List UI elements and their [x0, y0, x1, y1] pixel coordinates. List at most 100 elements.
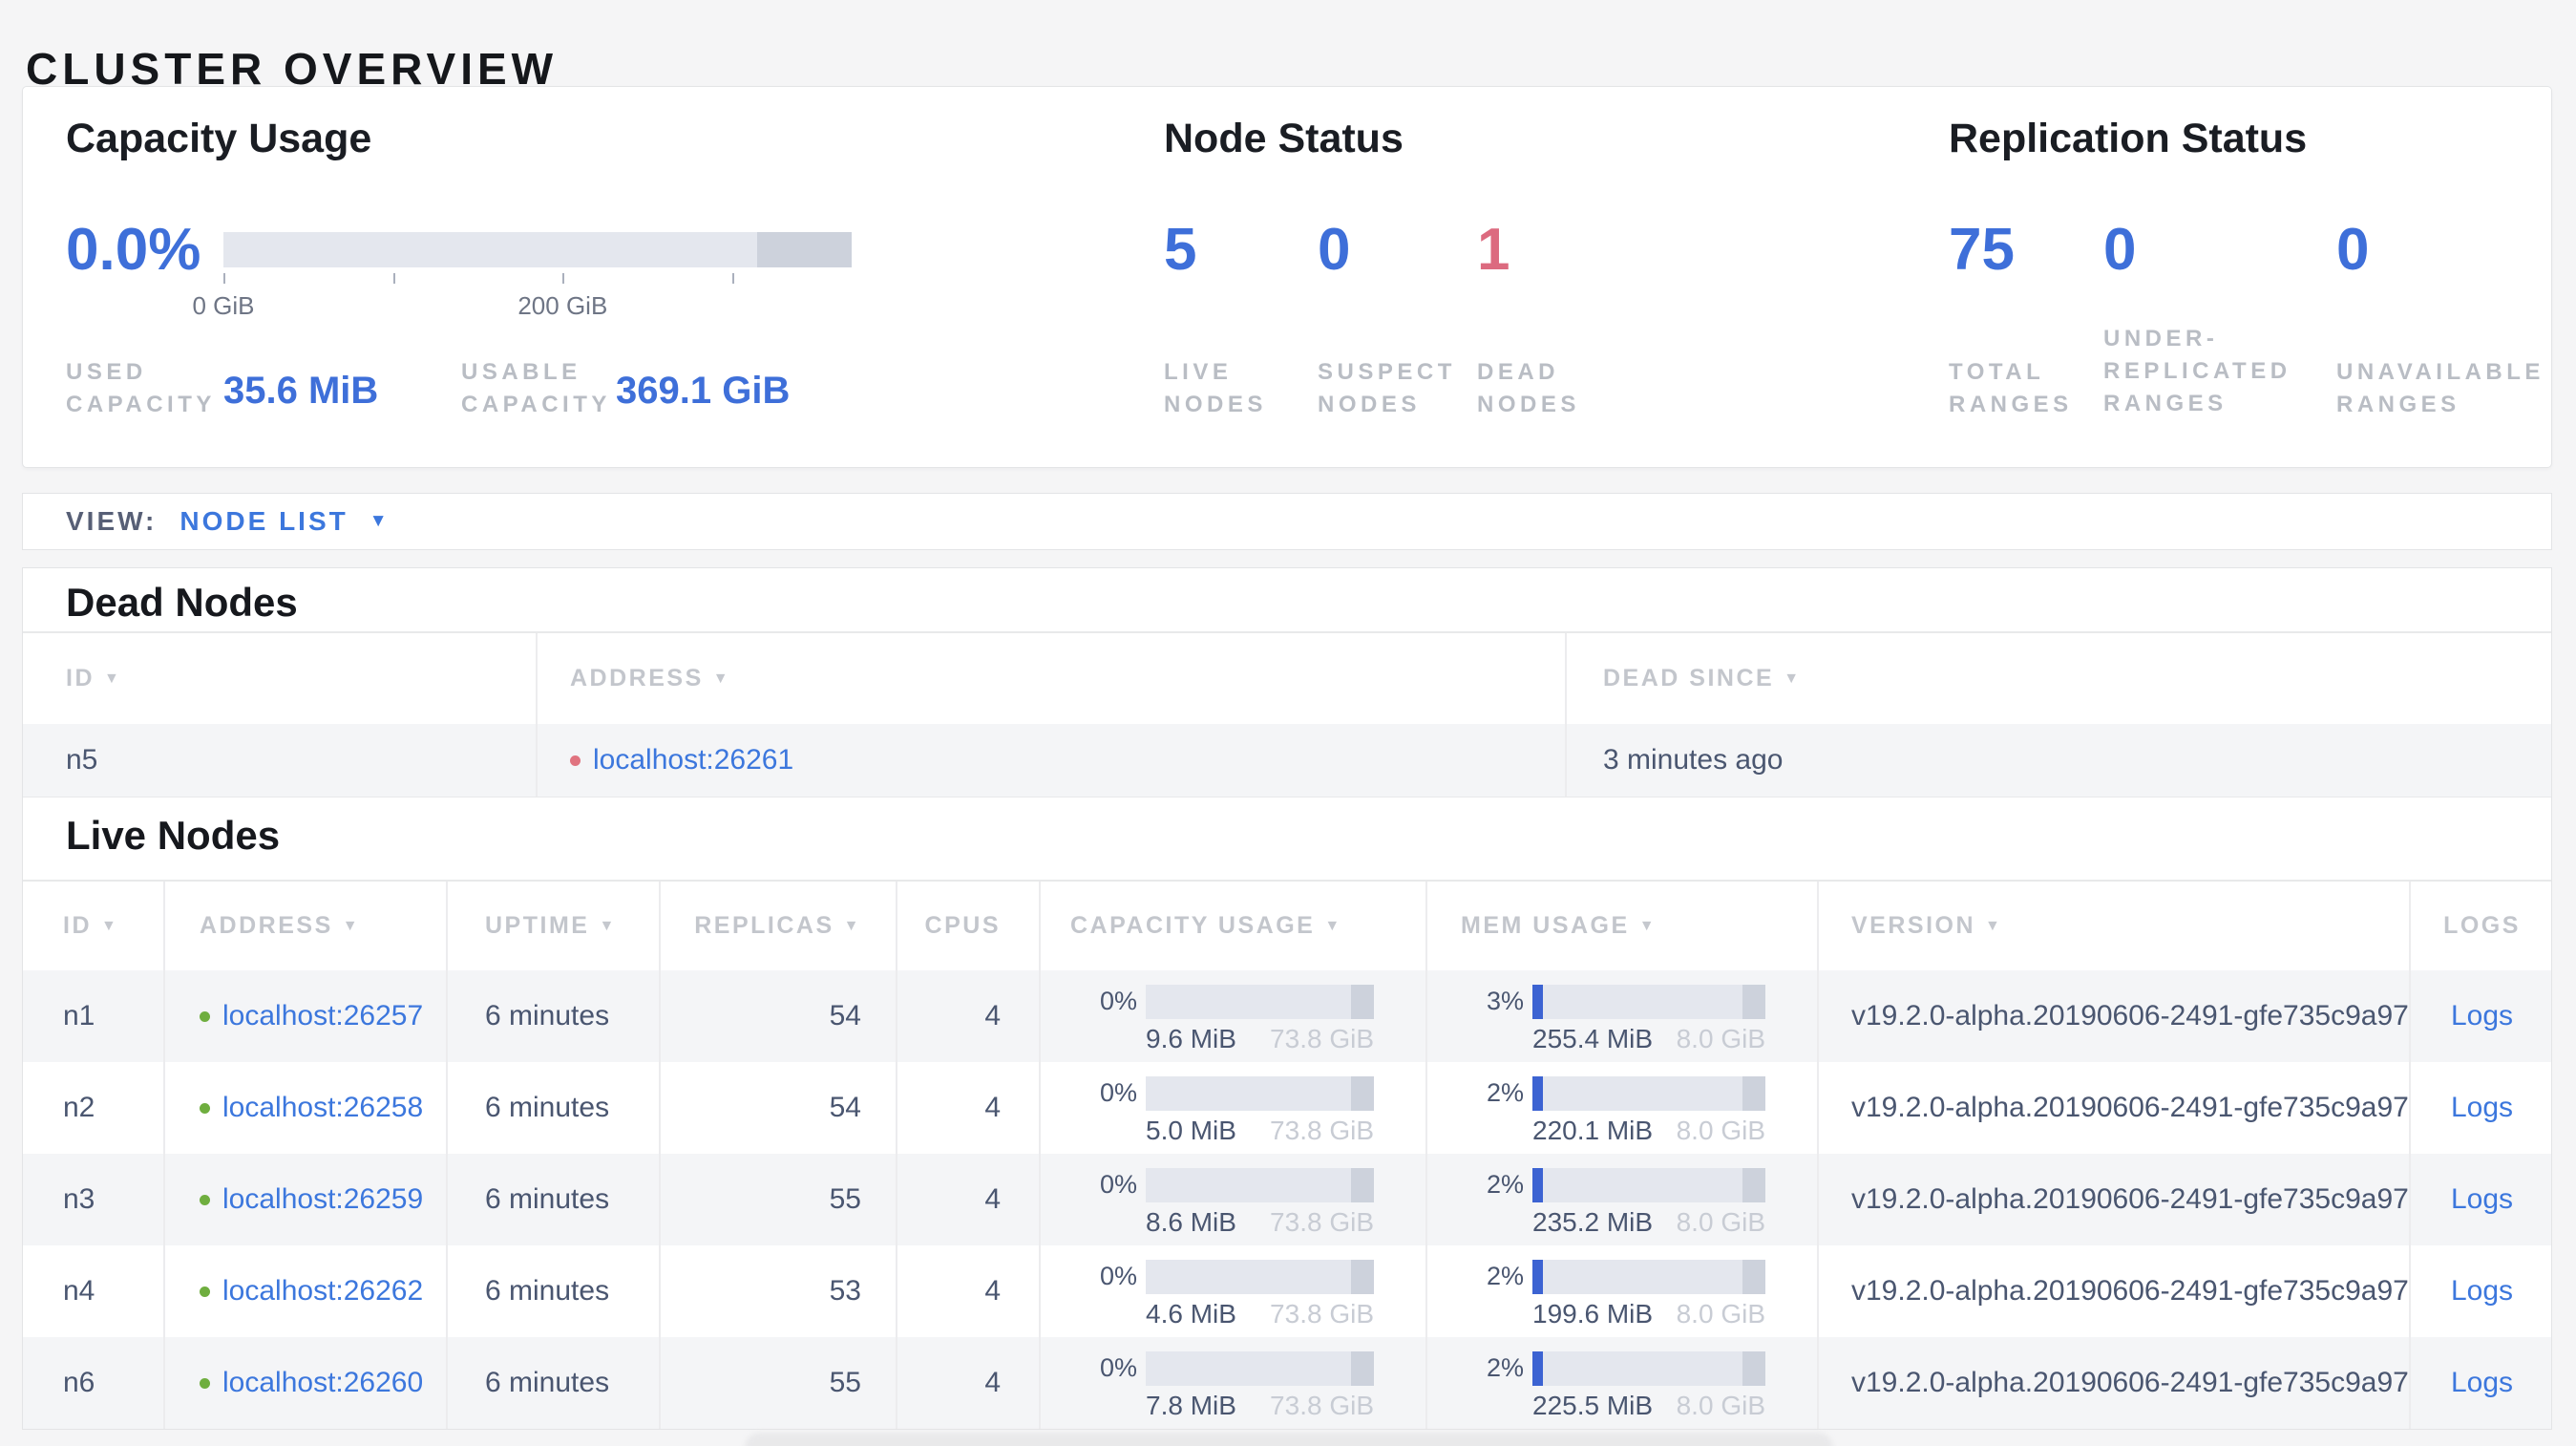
mem-meter: 2% 199.6 MiB 8.0 GiB: [1487, 1259, 1765, 1329]
capacity-percent-value: 0%: [1100, 1353, 1138, 1382]
table-row: n1 localhost:26257 6 minutes 54 4 0% 9.6…: [23, 970, 2551, 1062]
column-header-address[interactable]: ADDRESS ▼: [163, 882, 446, 970]
unavailable-ranges-label: UNAVAILABLE RANGES: [2336, 359, 2544, 418]
bar-fill: [1532, 1075, 1543, 1111]
table-row: n6 localhost:26260 6 minutes 55 4 0% 7.8…: [23, 1337, 2551, 1429]
node-address-link[interactable]: localhost:26257: [222, 1000, 423, 1032]
live-status-dot: [200, 1010, 210, 1022]
dead-node-id: n5: [66, 744, 98, 776]
logs-link[interactable]: Logs: [2451, 1092, 2513, 1124]
column-header-address[interactable]: ADDRESS ▼: [536, 633, 1565, 724]
logs-link[interactable]: Logs: [2451, 1367, 2513, 1399]
axis-tick: [392, 273, 395, 284]
table-row: n5 localhost:26261 3 minutes ago: [23, 724, 2551, 797]
unavailable-ranges-count: 0: [2336, 217, 2370, 283]
capacity-bar: [1146, 1350, 1374, 1386]
capacity-used-value: 5.0 MiB: [1146, 1115, 1236, 1145]
mem-used-value: 225.5 MiB: [1532, 1390, 1654, 1420]
sort-caret-icon: ▼: [843, 917, 861, 934]
bar-endcap: [1351, 1350, 1374, 1386]
capacity-usage-section: Capacity Usage 0.0% 0 GiB 200 GiB USED C…: [66, 87, 925, 467]
bar-fill: [1532, 984, 1543, 1019]
logs-link[interactable]: Logs: [2451, 1275, 2513, 1308]
node-id: n6: [63, 1367, 95, 1398]
capacity-percent-value: 0%: [1100, 1170, 1138, 1199]
mem-meter: 2% 235.2 MiB 8.0 GiB: [1487, 1167, 1765, 1236]
capacity-usage-title: Capacity Usage: [66, 116, 372, 161]
column-header-replicas[interactable]: REPLICAS ▼: [659, 882, 896, 970]
sort-caret-icon: ▼: [342, 917, 361, 934]
usable-capacity-value: 369.1 GiB: [616, 370, 791, 412]
mem-bar: [1532, 1259, 1765, 1294]
table-row: n2 localhost:26258 6 minutes 54 4 0% 5.0…: [23, 1062, 2551, 1154]
node-address-link[interactable]: localhost:26259: [222, 1183, 423, 1216]
axis-tick-label: 0 GiB: [192, 291, 255, 320]
mem-percent-value: 2%: [1487, 1078, 1525, 1107]
mem-total-value: 8.0 GiB: [1676, 1298, 1765, 1329]
used-capacity-label: USED CAPACITY: [66, 359, 216, 418]
dead-nodes-count: 1: [1477, 217, 1510, 283]
bar-endcap: [1742, 1350, 1765, 1386]
node-id: n2: [63, 1092, 95, 1123]
node-version: v19.2.0-alpha.20190606-2491-gfe735c9a97: [1817, 1062, 2409, 1154]
mem-meter: 2% 220.1 MiB 8.0 GiB: [1487, 1075, 1765, 1145]
logs-link[interactable]: Logs: [2451, 1183, 2513, 1216]
under-replicated-ranges-count: 0: [2103, 217, 2137, 283]
node-address-link[interactable]: localhost:26262: [222, 1275, 423, 1308]
capacity-bar: [1146, 1167, 1374, 1202]
mem-total-value: 8.0 GiB: [1676, 1115, 1765, 1145]
column-header-version[interactable]: VERSION ▼: [1817, 882, 2409, 970]
view-selector[interactable]: NODE LIST ▼: [179, 506, 387, 537]
axis-tick: [562, 273, 565, 284]
view-bar: VIEW: NODE LIST ▼: [22, 493, 2552, 550]
node-address-link[interactable]: localhost:26258: [222, 1092, 423, 1124]
sort-caret-icon: ▼: [1985, 917, 2003, 934]
dead-nodes-title: Dead Nodes: [66, 580, 298, 625]
capacity-used-value: 9.6 MiB: [1146, 1023, 1236, 1053]
bar-fill: [1532, 1167, 1543, 1202]
column-header-id[interactable]: ID ▼: [23, 882, 163, 970]
sort-caret-icon: ▼: [599, 917, 617, 934]
mem-bar: [1532, 1167, 1765, 1202]
column-header-dead-since[interactable]: DEAD SINCE ▼: [1565, 633, 2553, 724]
node-uptime: 6 minutes: [446, 1337, 659, 1429]
node-cpus: 4: [896, 1062, 1039, 1154]
mem-percent-value: 2%: [1487, 1353, 1525, 1382]
suspect-nodes-label: SUSPECT NODES: [1318, 359, 1456, 418]
bar-endcap: [1742, 984, 1765, 1019]
view-label: VIEW:: [66, 506, 158, 536]
summary-card: Capacity Usage 0.0% 0 GiB 200 GiB USED C…: [22, 86, 2552, 468]
node-id: n3: [63, 1183, 95, 1215]
bar-fill: [1532, 1350, 1543, 1386]
mem-used-value: 199.6 MiB: [1532, 1298, 1654, 1329]
logs-link[interactable]: Logs: [2451, 1000, 2513, 1032]
node-status-section: Node Status 5 0 1 LIVE NODES SUSPECT NOD…: [1164, 87, 1746, 467]
column-header-id[interactable]: ID ▼: [23, 633, 536, 724]
node-status-title: Node Status: [1164, 116, 1404, 161]
bottom-window-shadow: [745, 1433, 1833, 1446]
table-row: n4 localhost:26262 6 minutes 53 4 0% 4.6…: [23, 1245, 2551, 1337]
mem-meter: 2% 225.5 MiB 8.0 GiB: [1487, 1350, 1765, 1420]
axis-tick: [223, 273, 225, 284]
sort-caret-icon: ▼: [712, 670, 731, 687]
node-address-link[interactable]: localhost:26261: [593, 744, 793, 776]
column-header-uptime[interactable]: UPTIME ▼: [446, 882, 659, 970]
column-header-logs: LOGS: [2409, 882, 2553, 970]
sort-caret-icon: ▼: [101, 917, 119, 934]
live-status-dot: [200, 1377, 210, 1389]
node-replicas: 53: [659, 1245, 896, 1337]
live-nodes-header-row: ID ▼ ADDRESS ▼ UPTIME ▼ REPLICAS ▼ CPUS: [23, 880, 2551, 970]
nodes-tables-section: Dead Nodes ID ▼ ADDRESS ▼ DEAD SINCE ▼ n…: [22, 567, 2552, 1430]
total-ranges-label: TOTAL RANGES: [1949, 359, 2073, 418]
replication-status-title: Replication Status: [1949, 116, 2308, 161]
mem-bar: [1532, 1075, 1765, 1111]
node-uptime: 6 minutes: [446, 1062, 659, 1154]
node-address-link[interactable]: localhost:26260: [222, 1367, 423, 1399]
live-status-dot: [200, 1286, 210, 1297]
replication-status-section: Replication Status 75 0 0 TOTAL RANGES U…: [1949, 87, 2560, 467]
capacity-meter: 0% 4.6 MiB 73.8 GiB: [1100, 1259, 1374, 1328]
live-status-dot: [200, 1102, 210, 1114]
column-header-mem-usage[interactable]: MEM USAGE ▼: [1425, 882, 1817, 970]
column-header-capacity-usage[interactable]: CAPACITY USAGE ▼: [1039, 882, 1425, 970]
sort-caret-icon: ▼: [1638, 917, 1658, 934]
